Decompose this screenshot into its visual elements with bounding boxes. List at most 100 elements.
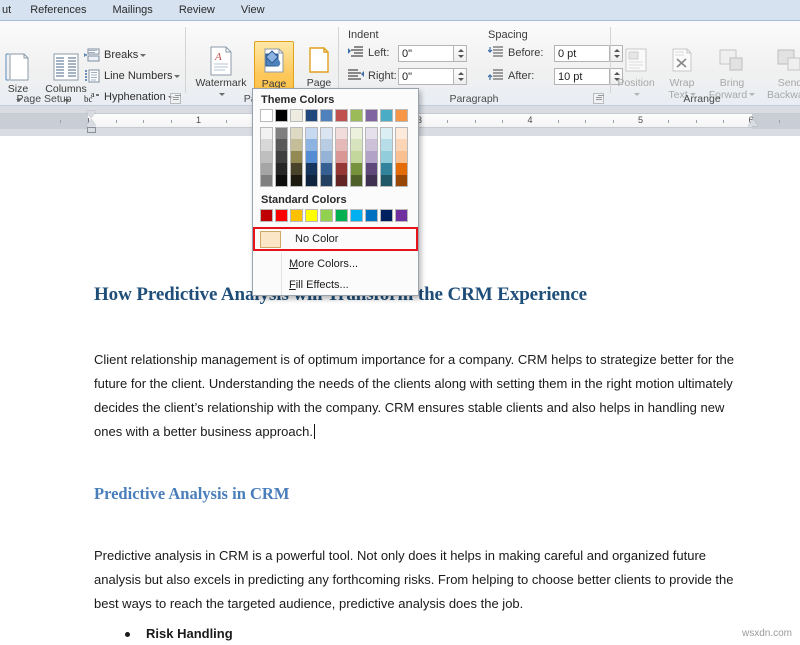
theme-variant-swatch-0-6[interactable]	[350, 127, 363, 139]
standard-color-swatch-4[interactable]	[320, 209, 333, 222]
breaks-caret[interactable]	[140, 53, 147, 57]
paragraph-dialog-launcher[interactable]	[593, 93, 604, 104]
theme-color-swatch-8[interactable]	[380, 109, 393, 122]
theme-variant-swatch-2-0[interactable]	[260, 151, 273, 163]
breaks-button[interactable]: Breaks	[83, 48, 147, 62]
page-setup-dialog-launcher[interactable]	[170, 93, 181, 104]
hanging-indent-marker[interactable]	[86, 119, 96, 126]
bring-forward-button[interactable]: Bring Forward	[704, 41, 760, 101]
theme-variant-swatch-1-1[interactable]	[275, 139, 288, 151]
indent-left-value[interactable]: 0"	[398, 45, 454, 62]
theme-colors-grid[interactable]	[253, 109, 418, 187]
theme-variant-swatch-2-3[interactable]	[305, 151, 318, 163]
ribbon-tab-review[interactable]: Review	[166, 0, 228, 21]
theme-variant-row-4[interactable]	[260, 175, 411, 187]
theme-variant-swatch-4-4[interactable]	[320, 175, 333, 187]
theme-variant-swatch-4-2[interactable]	[290, 175, 303, 187]
theme-variant-swatch-1-7[interactable]	[365, 139, 378, 151]
send-backward-button[interactable]: Send Backward	[762, 41, 800, 101]
theme-variant-swatch-1-9[interactable]	[395, 139, 408, 151]
theme-variant-swatch-3-9[interactable]	[395, 163, 408, 175]
standard-color-swatch-5[interactable]	[335, 209, 348, 222]
ribbon-tab-references[interactable]: References	[17, 0, 99, 21]
theme-variant-swatch-0-8[interactable]	[380, 127, 393, 139]
theme-variant-swatch-3-2[interactable]	[290, 163, 303, 175]
standard-color-swatch-3[interactable]	[305, 209, 318, 222]
theme-variant-swatch-1-4[interactable]	[320, 139, 333, 151]
theme-variant-swatch-4-3[interactable]	[305, 175, 318, 187]
no-color-item[interactable]: No Color	[253, 227, 418, 251]
theme-variant-swatch-1-3[interactable]	[305, 139, 318, 151]
theme-color-swatch-4[interactable]	[320, 109, 333, 122]
theme-variant-swatch-0-4[interactable]	[320, 127, 333, 139]
theme-variant-swatch-4-5[interactable]	[335, 175, 348, 187]
theme-variant-swatch-1-5[interactable]	[335, 139, 348, 151]
theme-variant-swatch-4-8[interactable]	[380, 175, 393, 187]
ribbon-tab-ut[interactable]: ut	[0, 0, 17, 21]
theme-variant-swatch-0-5[interactable]	[335, 127, 348, 139]
theme-variant-swatch-4-1[interactable]	[275, 175, 288, 187]
theme-variant-swatch-3-7[interactable]	[365, 163, 378, 175]
theme-variant-swatch-4-9[interactable]	[395, 175, 408, 187]
spacing-after-value[interactable]: 10 pt	[554, 68, 610, 85]
theme-variant-row-0[interactable]	[260, 127, 411, 139]
right-indent-marker[interactable]	[748, 119, 758, 126]
theme-variant-swatch-2-4[interactable]	[320, 151, 333, 163]
theme-variant-swatch-2-2[interactable]	[290, 151, 303, 163]
left-indent-marker[interactable]	[87, 127, 96, 133]
theme-variant-swatch-2-7[interactable]	[365, 151, 378, 163]
theme-variant-swatch-3-6[interactable]	[350, 163, 363, 175]
theme-variant-row-2[interactable]	[260, 151, 411, 163]
spacing-before-value[interactable]: 0 pt	[554, 45, 610, 62]
theme-variant-swatch-2-5[interactable]	[335, 151, 348, 163]
ribbon-tab-mailings[interactable]: Mailings	[99, 0, 165, 21]
theme-variant-swatch-3-1[interactable]	[275, 163, 288, 175]
theme-color-swatch-6[interactable]	[350, 109, 363, 122]
theme-variant-swatch-1-8[interactable]	[380, 139, 393, 151]
theme-variant-swatch-0-0[interactable]	[260, 127, 273, 139]
theme-colors-top-row[interactable]	[260, 109, 411, 122]
theme-variant-swatch-3-5[interactable]	[335, 163, 348, 175]
indent-left-stepper[interactable]: 0"	[398, 45, 467, 62]
theme-variant-swatch-3-4[interactable]	[320, 163, 333, 175]
theme-color-swatch-3[interactable]	[305, 109, 318, 122]
theme-color-swatch-9[interactable]	[395, 109, 408, 122]
indent-left-spin[interactable]	[454, 45, 467, 62]
theme-variant-swatch-3-3[interactable]	[305, 163, 318, 175]
standard-color-swatch-7[interactable]	[365, 209, 378, 222]
theme-color-swatch-7[interactable]	[365, 109, 378, 122]
theme-color-swatch-0[interactable]	[260, 109, 273, 122]
theme-color-swatch-5[interactable]	[335, 109, 348, 122]
theme-variant-swatch-0-2[interactable]	[290, 127, 303, 139]
theme-variant-swatch-2-6[interactable]	[350, 151, 363, 163]
theme-variant-swatch-2-8[interactable]	[380, 151, 393, 163]
standard-color-swatch-6[interactable]	[350, 209, 363, 222]
page-color-dropdown[interactable]: Theme Colors Standard Colors No Color Mo…	[252, 88, 419, 296]
first-line-indent-marker[interactable]	[86, 111, 96, 118]
standard-color-swatch-2[interactable]	[290, 209, 303, 222]
theme-variant-swatch-4-6[interactable]	[350, 175, 363, 187]
standard-colors-row[interactable]	[260, 209, 411, 222]
indent-right-stepper[interactable]: 0"	[398, 68, 467, 85]
position-button[interactable]: Position	[612, 41, 660, 101]
standard-colors-grid[interactable]	[253, 209, 418, 222]
theme-variant-row-3[interactable]	[260, 163, 411, 175]
theme-variant-swatch-4-7[interactable]	[365, 175, 378, 187]
theme-variant-swatch-1-0[interactable]	[260, 139, 273, 151]
theme-variant-swatch-1-2[interactable]	[290, 139, 303, 151]
theme-variant-swatch-0-7[interactable]	[365, 127, 378, 139]
theme-variant-swatch-3-0[interactable]	[260, 163, 273, 175]
theme-variant-row-1[interactable]	[260, 139, 411, 151]
standard-color-swatch-8[interactable]	[380, 209, 393, 222]
indent-right-spin[interactable]	[454, 68, 467, 85]
theme-colors-variant-rows[interactable]	[260, 127, 411, 187]
theme-color-swatch-2[interactable]	[290, 109, 303, 122]
no-color-swatch[interactable]	[260, 230, 281, 248]
theme-variant-swatch-4-0[interactable]	[260, 175, 273, 187]
theme-variant-swatch-0-3[interactable]	[305, 127, 318, 139]
theme-variant-swatch-2-1[interactable]	[275, 151, 288, 163]
theme-variant-swatch-0-9[interactable]	[395, 127, 408, 139]
theme-variant-swatch-0-1[interactable]	[275, 127, 288, 139]
theme-variant-swatch-1-6[interactable]	[350, 139, 363, 151]
line-numbers-button[interactable]: Line Numbers	[84, 69, 181, 83]
